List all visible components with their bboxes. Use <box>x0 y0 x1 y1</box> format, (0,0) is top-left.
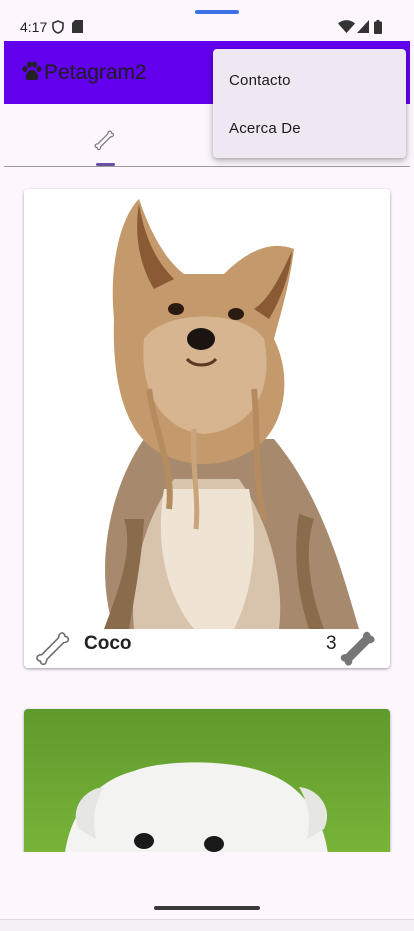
pet-card[interactable]: Coco 3 <box>24 189 390 668</box>
tab-indicator <box>96 163 115 166</box>
overflow-menu: Contacto Acerca De <box>213 49 406 158</box>
yorkshire-terrier-photo <box>24 189 390 629</box>
pet-name: Coco <box>84 633 132 654</box>
tab-bone[interactable] <box>64 104 146 166</box>
navigation-bar <box>0 919 414 931</box>
bone-icon <box>94 130 115 151</box>
shield-icon <box>52 20 64 34</box>
bone-outline-icon[interactable] <box>32 629 74 668</box>
white-dog-photo <box>24 709 390 869</box>
home-handle[interactable] <box>154 906 260 910</box>
like-count: 3 <box>326 633 337 654</box>
app-title: Petagram2 <box>44 61 147 84</box>
wifi-icon <box>338 20 355 33</box>
paw-icon <box>22 61 42 81</box>
bone-filled-icon[interactable] <box>336 629 380 668</box>
pet-card-footer: Coco 3 <box>24 629 390 668</box>
menu-item-label: Contacto <box>229 72 291 89</box>
sd-card-icon <box>72 20 83 33</box>
status-time: 4:17 <box>20 19 48 35</box>
menu-item-label: Acerca De <box>229 120 301 137</box>
battery-icon <box>374 20 382 34</box>
status-bar: 4:17 <box>0 0 414 41</box>
menu-item-acerca-de[interactable]: Acerca De <box>213 105 406 153</box>
pet-card[interactable] <box>24 709 390 869</box>
menu-item-contacto[interactable]: Contacto <box>213 57 406 105</box>
signal-icon <box>357 20 369 33</box>
drag-indicator <box>195 10 239 14</box>
screen: 4:17 Petagram2 Coco 3 Contacto Acerca De <box>0 0 414 931</box>
